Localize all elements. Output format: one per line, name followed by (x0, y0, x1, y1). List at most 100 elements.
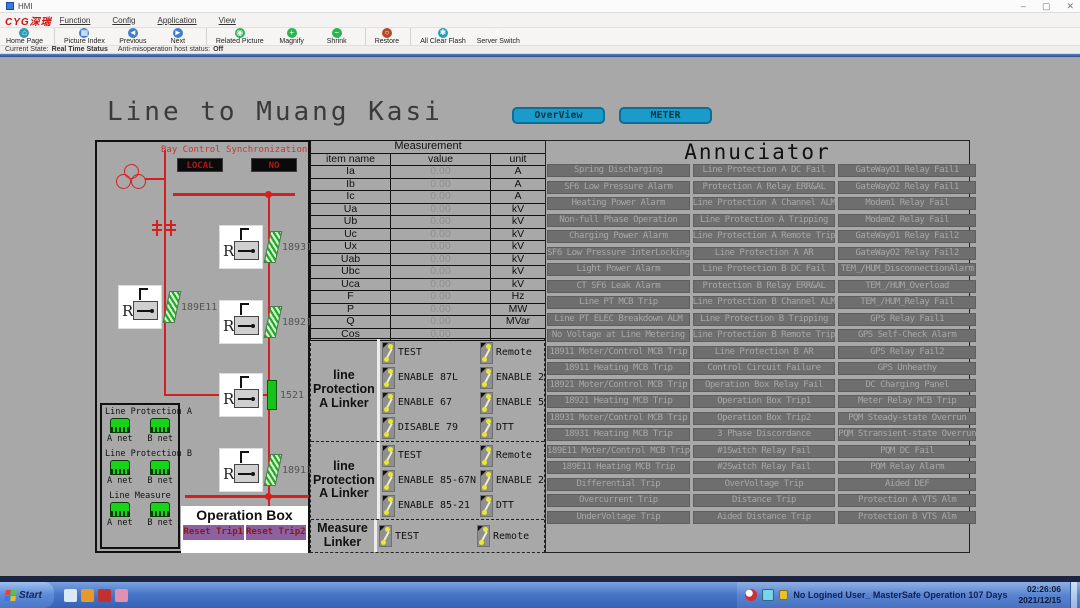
relay-box-icon[interactable]: R (118, 285, 162, 329)
annunciator-tile[interactable]: Aided DEF (838, 478, 976, 491)
annunciator-tile[interactable]: GateWayO2 Relay Fail2 (838, 247, 976, 260)
annunciator-tile[interactable]: Modem1 Relay Fail (838, 197, 976, 210)
annunciator-tile[interactable]: 18921 Moter/Control MCB Trip (547, 379, 690, 392)
disconnector-icon[interactable] (163, 291, 182, 323)
annunciator-tile[interactable]: Protection A Relay ERR&AL (693, 181, 836, 194)
annunciator-tile[interactable]: 189E11 Heating MCB Trip (547, 461, 690, 474)
annunciator-tile[interactable]: No Voltage at Line Metering (547, 329, 690, 342)
linker-switch-icon[interactable] (480, 367, 493, 389)
annunciator-tile[interactable]: Line Protection A Channel ALM (693, 197, 836, 210)
annunciator-tile[interactable]: Line Protection B Channel ALM (693, 296, 836, 309)
disconnector-icon[interactable] (264, 454, 283, 486)
linker-switch-icon[interactable] (480, 495, 493, 517)
annunciator-tile[interactable]: 18931 Moter/Control MCB Trip (547, 412, 690, 425)
maximize-button[interactable]: ▢ (1042, 1, 1051, 12)
toolbar-button[interactable]: ◄ Previous (116, 28, 150, 45)
breaker-closed-icon[interactable] (267, 380, 277, 410)
annunciator-tile[interactable]: Protection A VTS Alm (838, 494, 976, 507)
quick-launch-icon[interactable] (115, 589, 128, 602)
annunciator-tile[interactable]: SF6 Low Pressure Alarm (547, 181, 690, 194)
annunciator-tile[interactable]: PQM Steady-state Overrun (838, 412, 976, 425)
annunciator-tile[interactable]: UnderVoltage Trip (547, 511, 690, 524)
menu-item[interactable]: View (219, 16, 236, 25)
annunciator-tile[interactable]: PQM DC Fail (838, 445, 976, 458)
toolbar-button[interactable]: ○ Restore (365, 28, 400, 45)
annunciator-tile[interactable]: CT SF6 Leak Alarm (547, 280, 690, 293)
relay-box-icon[interactable]: R (219, 225, 263, 269)
annunciator-tile[interactable]: Control Circuit Failure (693, 362, 836, 375)
annunciator-tile[interactable]: Line PT MCB Trip (547, 296, 690, 309)
toolbar-button[interactable]: ⌂ Home Page (6, 28, 43, 45)
linker-switch-icon[interactable] (382, 392, 395, 414)
start-button[interactable]: Start (0, 582, 54, 608)
linker-switch-icon[interactable] (480, 392, 493, 414)
annunciator-tile[interactable]: GPS Self-Check Alarm (838, 329, 976, 342)
linker-switch-icon[interactable] (382, 445, 395, 467)
quick-launch-icon[interactable] (81, 589, 94, 602)
annunciator-tile[interactable]: Charging Power Alarm (547, 230, 690, 243)
annunciator-tile[interactable]: TEM_/HUM_DisconnectionAlarm (838, 263, 976, 276)
annunciator-tile[interactable]: Line Protection A Tripping (693, 214, 836, 227)
annunciator-tile[interactable]: GateWayO1 Relay Fail2 (838, 230, 976, 243)
annunciator-tile[interactable]: Light Power Alarm (547, 263, 690, 276)
overview-button[interactable]: OverView (512, 107, 605, 124)
annunciator-tile[interactable]: PQM Relay Alarm (838, 461, 976, 474)
annunciator-tile[interactable]: Line Protection B AR (693, 346, 836, 359)
linker-switch-icon[interactable] (480, 445, 493, 467)
annunciator-tile[interactable]: Operation Box Trip2 (693, 412, 836, 425)
menu-item[interactable]: Config (112, 16, 135, 25)
annunciator-tile[interactable]: GPS Relay Fail2 (838, 346, 976, 359)
relay-box-icon[interactable]: R (219, 300, 263, 344)
annunciator-tile[interactable]: Non-full Phase Operation (547, 214, 690, 227)
close-button[interactable]: ✕ (1066, 1, 1074, 12)
annunciator-tile[interactable]: Line Protection B DC Fail (693, 263, 836, 276)
annunciator-tile[interactable]: SF6 Low Pressure interLocking (547, 247, 690, 260)
toolbar-button[interactable]: ▦ Picture Index (54, 28, 105, 45)
annunciator-tile[interactable]: Meter Relay MCB Trip (838, 395, 976, 408)
toolbar-button[interactable]: + Magnify (275, 28, 309, 45)
annunciator-tile[interactable]: Line Protection B Remote Trip (693, 329, 836, 342)
annunciator-tile[interactable]: Operation Box Trip1 (693, 395, 836, 408)
annunciator-tile[interactable]: TEM_/HUM_Relay Fail (838, 296, 976, 309)
annunciator-tile[interactable]: Line Protection A Remote Trip (693, 230, 836, 243)
annunciator-tile[interactable]: Spring Discharging (547, 164, 690, 177)
annunciator-tile[interactable]: TEM_/HUM_Overload (838, 280, 976, 293)
quick-launch-icon[interactable] (64, 589, 77, 602)
annunciator-tile[interactable]: GPS Unheathy (838, 362, 976, 375)
annunciator-tile[interactable]: Modem2 Relay Fail (838, 214, 976, 227)
annunciator-tile[interactable]: PQM Stransient-state Overrun (838, 428, 976, 441)
linker-switch-icon[interactable] (480, 470, 493, 492)
annunciator-tile[interactable]: Line PT ELEC Breakdown ALM (547, 313, 690, 326)
linker-switch-icon[interactable] (382, 342, 395, 364)
show-desktop-button[interactable] (1070, 582, 1077, 608)
tray-icon[interactable] (745, 589, 757, 601)
annunciator-tile[interactable]: Protection B Relay ERR&AL (693, 280, 836, 293)
annunciator-tile[interactable]: 18921 Heating MCB Trip (547, 395, 690, 408)
minimize-button[interactable]: – (1021, 1, 1026, 12)
relay-box-icon[interactable]: R (219, 448, 263, 492)
quick-launch-icon[interactable] (98, 589, 111, 602)
annunciator-tile[interactable]: Distance Trip (693, 494, 836, 507)
tray-icon[interactable] (762, 589, 774, 601)
linker-switch-icon[interactable] (382, 470, 395, 492)
toolbar-button[interactable]: ► Next (161, 28, 195, 45)
menu-item[interactable]: Application (157, 16, 196, 25)
annunciator-tile[interactable]: Aided Distance Trip (693, 511, 836, 524)
annunciator-tile[interactable]: #2Switch Relay Fail (693, 461, 836, 474)
annunciator-tile[interactable]: Line Protection A DC Fail (693, 164, 836, 177)
relay-box-icon[interactable]: R (219, 373, 263, 417)
disconnector-icon[interactable] (264, 306, 283, 338)
annunciator-tile[interactable]: GateWayO2 Relay Fail1 (838, 181, 976, 194)
linker-switch-icon[interactable] (382, 367, 395, 389)
annunciator-tile[interactable]: GateWayO1 Relay Fail1 (838, 164, 976, 177)
disconnector-icon[interactable] (264, 231, 283, 263)
annunciator-tile[interactable]: Heating Power Alarm (547, 197, 690, 210)
annunciator-tile[interactable]: 3 Phase Discordance (693, 428, 836, 441)
annunciator-tile[interactable]: 189E11 Moter/Control MCB Trip (547, 445, 690, 458)
annunciator-tile[interactable]: OverVoltage Trip (693, 478, 836, 491)
reset-trip1-button[interactable]: Reset Trip1 (183, 525, 244, 540)
toolbar-button[interactable]: − Shrink (320, 28, 354, 45)
annunciator-tile[interactable]: #1Switch Relay Fail (693, 445, 836, 458)
toolbar-button[interactable]: ◉ Related Picture (206, 28, 264, 45)
linker-switch-icon[interactable] (382, 417, 395, 439)
